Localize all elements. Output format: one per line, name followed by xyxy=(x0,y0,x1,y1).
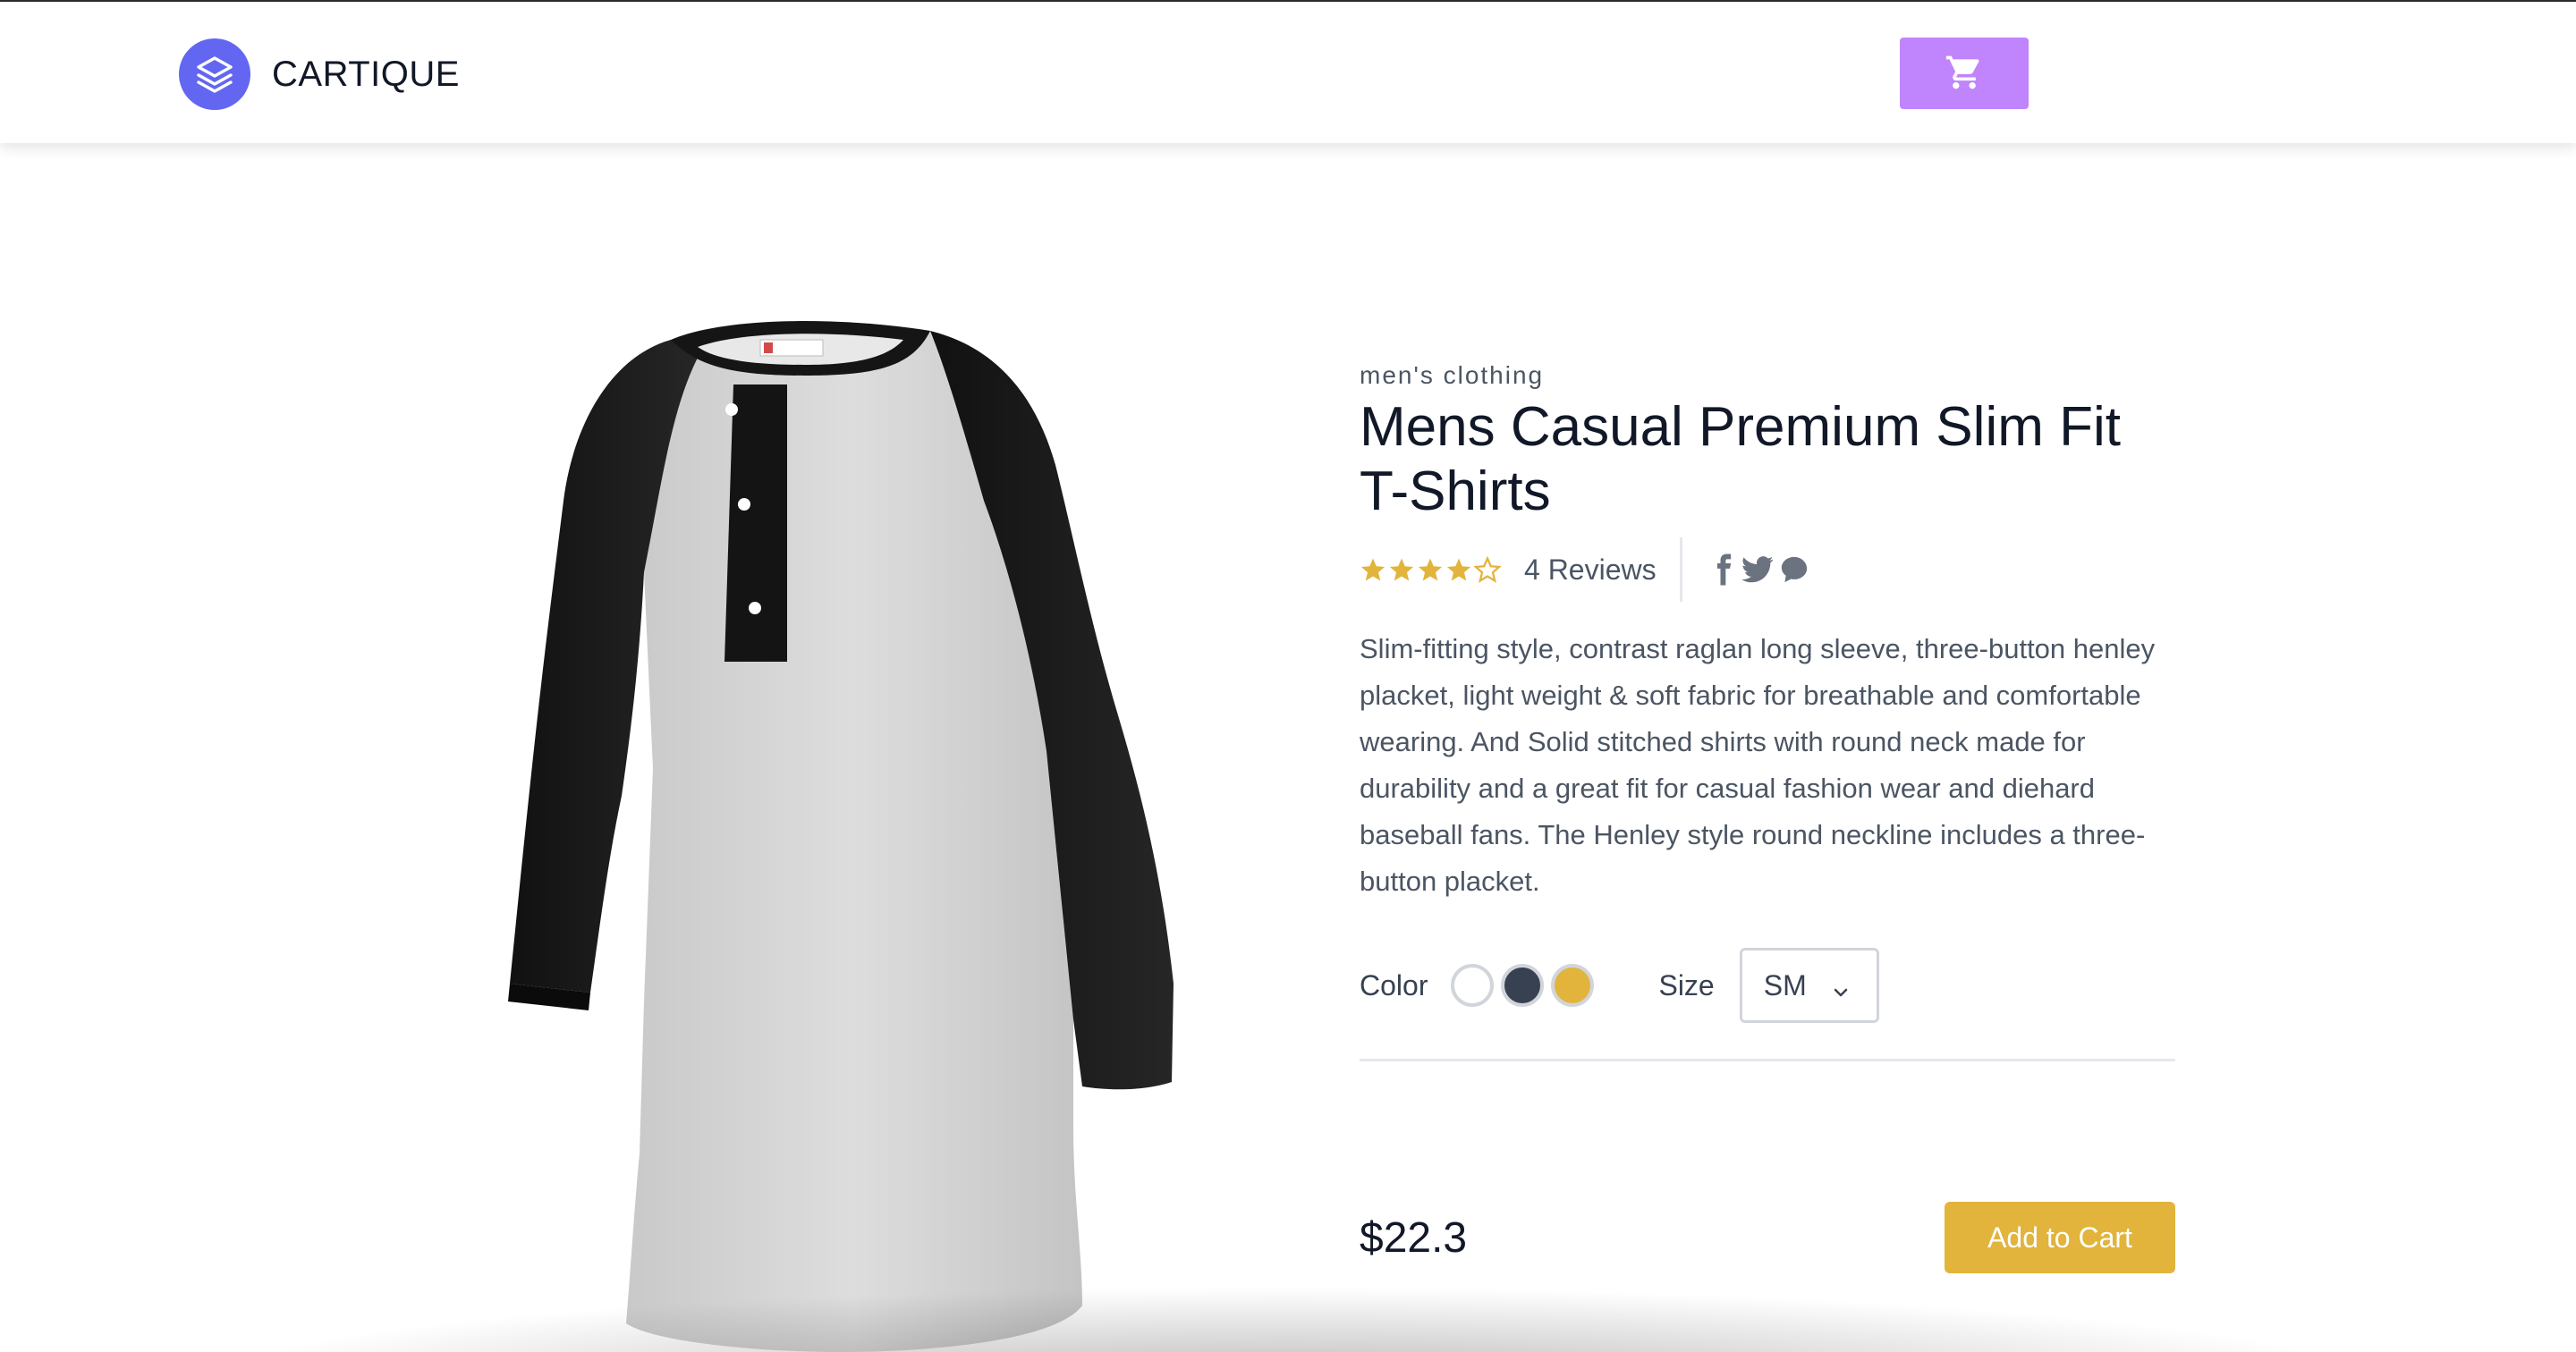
size-selected-value: SM xyxy=(1763,968,1807,1001)
social-links xyxy=(1711,553,1809,586)
star-filled-icon xyxy=(1389,558,1414,581)
section-divider xyxy=(1360,1059,2175,1061)
cart-button[interactable] xyxy=(1900,38,2029,109)
color-swatch-white[interactable] xyxy=(1451,964,1495,1007)
color-swatch-yellow[interactable] xyxy=(1551,964,1595,1007)
product-details: men's clothing Mens Casual Premium Slim … xyxy=(1360,358,2175,1061)
price-row: $22.3 Add to Cart xyxy=(1360,1202,2175,1273)
star-filled-icon xyxy=(1418,558,1443,581)
star-filled-icon xyxy=(1446,558,1471,581)
star-empty-icon xyxy=(1474,556,1501,583)
product-page: CARTIQUE men's clothing Mens Casual Prem… xyxy=(0,0,2576,1352)
brand-name: CARTIQUE xyxy=(272,54,460,94)
color-swatch-gray[interactable] xyxy=(1501,964,1545,1007)
star-rating xyxy=(1360,556,1501,583)
product-title: Mens Casual Premium Slim Fit T-Shirts xyxy=(1360,396,2121,522)
product-description: Slim-fitting style, contrast raglan long… xyxy=(1360,633,2156,897)
bottom-shadow xyxy=(0,1270,2576,1352)
color-label: Color xyxy=(1360,968,1428,1001)
facebook-icon[interactable] xyxy=(1711,553,1736,586)
product-price: $22.3 xyxy=(1360,1213,1468,1262)
chevron-down-icon xyxy=(1830,977,1852,1010)
size-select[interactable]: SM xyxy=(1739,948,1879,1023)
stacked-layers-icon xyxy=(179,38,250,110)
twitter-icon[interactable] xyxy=(1741,554,1774,585)
divider xyxy=(1679,537,1682,602)
size-label: Size xyxy=(1658,968,1715,1001)
add-to-cart-button[interactable]: Add to Cart xyxy=(1945,1202,2175,1273)
brand-logo[interactable]: CARTIQUE xyxy=(179,38,460,110)
product-image xyxy=(429,304,1270,1352)
chat-icon[interactable] xyxy=(1779,554,1809,585)
star-filled-icon xyxy=(1360,558,1385,581)
shopping-cart-icon xyxy=(1945,53,1984,95)
options-row: Color Size SM xyxy=(1360,948,2175,1023)
top-header: CARTIQUE xyxy=(0,0,2576,143)
rating-row: 4 Reviews xyxy=(1360,537,2175,603)
product-category: men's clothing xyxy=(1360,361,1545,389)
review-count[interactable]: 4 Reviews xyxy=(1524,553,1657,587)
